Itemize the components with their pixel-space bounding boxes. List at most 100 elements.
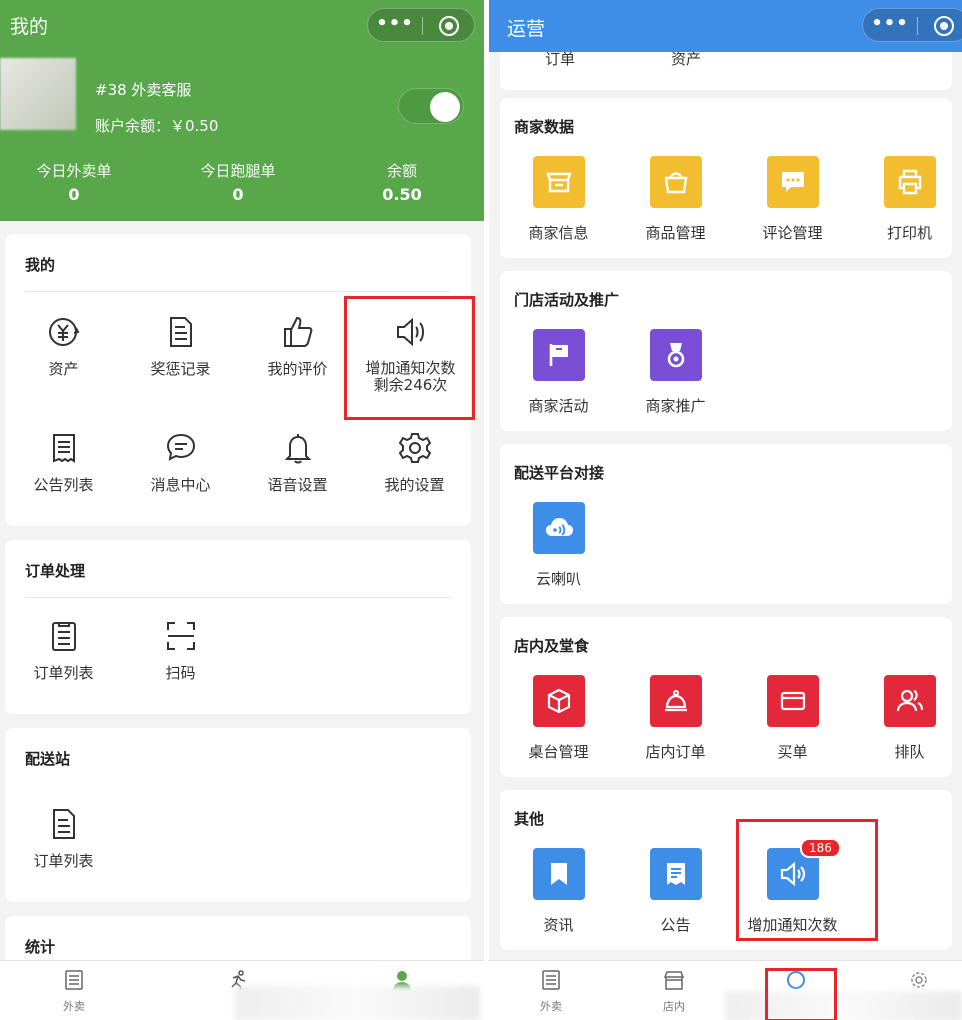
receipt-icon xyxy=(65,970,83,990)
stat-value: 0.50 xyxy=(382,185,422,204)
tab-label: 外卖 xyxy=(540,1000,562,1013)
menu-my-settings[interactable]: 我的设置 xyxy=(356,430,473,494)
account-balance: 账户余额：￥0.50 xyxy=(95,117,219,135)
menu-label: 商家推广 xyxy=(645,397,706,415)
user-tag: #38 外卖客服 xyxy=(95,81,192,99)
menu-merchant-activity[interactable]: 商家活动 xyxy=(500,329,617,416)
list-doc-icon xyxy=(52,434,75,463)
notice-icon xyxy=(649,848,702,900)
stat-label: 今日外卖单 xyxy=(36,162,112,180)
section-title: 配送站 xyxy=(25,750,71,768)
card-icon xyxy=(766,675,819,727)
receipt-icon xyxy=(542,970,560,990)
section-title: 其他 xyxy=(514,810,545,828)
menu-my-reviews[interactable]: 我的评价 xyxy=(239,314,356,378)
menu-rewards-records[interactable]: 奖惩记录 xyxy=(122,314,239,378)
menu-cloud-speaker[interactable]: 云喇叭 xyxy=(500,502,617,589)
more-icon[interactable]: ••• xyxy=(368,9,422,43)
online-toggle[interactable] xyxy=(398,88,464,124)
section-title: 我的 xyxy=(25,256,56,274)
section-title: 统计 xyxy=(25,938,56,956)
bell-icon xyxy=(284,434,311,464)
stat-errand-orders[interactable]: 今日跑腿单 0 xyxy=(168,160,308,204)
medal-icon xyxy=(649,329,702,381)
menu-label: 桌台管理 xyxy=(528,743,589,761)
menu-table-management[interactable]: 桌台管理 xyxy=(500,675,617,762)
bookmark-icon xyxy=(532,848,585,900)
section-title: 门店活动及推广 xyxy=(514,291,620,309)
menu-voice-settings[interactable]: 语音设置 xyxy=(239,430,356,494)
other-card: 其他 资讯 公告 186 增加通知次数 xyxy=(500,790,952,950)
scan-icon xyxy=(166,622,195,650)
mini-program-capsule[interactable]: ••• xyxy=(367,8,475,42)
menu-news[interactable]: 资讯 xyxy=(500,848,617,935)
stat-label: 余额 xyxy=(386,162,417,180)
menu-product-management[interactable]: 商品管理 xyxy=(617,156,734,243)
stat-balance[interactable]: 余额 0.50 xyxy=(332,160,472,204)
operations-header: 运营 ••• xyxy=(489,0,962,52)
document-icon xyxy=(52,809,75,839)
menu-label: 资产 xyxy=(48,360,79,378)
store-icon xyxy=(532,156,585,208)
divider xyxy=(25,597,451,598)
menu-label: 我的设置 xyxy=(384,476,445,494)
gear-icon xyxy=(911,972,927,988)
more-icon[interactable]: ••• xyxy=(863,9,917,43)
page-title: 我的 xyxy=(10,16,49,38)
menu-label: 公告 xyxy=(660,916,691,934)
menu-order-list[interactable]: 订单列表 xyxy=(5,618,122,682)
section-title: 订单处理 xyxy=(25,562,86,580)
blurred-region xyxy=(235,986,480,1020)
capsule-divider xyxy=(422,17,423,35)
menu-label: 公告列表 xyxy=(33,476,94,494)
tab-takeout[interactable]: 外卖 xyxy=(34,969,114,1014)
menu-queue[interactable]: 排队 xyxy=(851,675,962,762)
menu-label: 订单列表 xyxy=(33,852,94,870)
menu-assets[interactable]: 资产 xyxy=(5,314,122,378)
menu-message-center[interactable]: 消息中心 xyxy=(122,430,239,494)
gear-icon xyxy=(398,433,431,463)
mine-screen: 我的 ••• #38 外卖客服 账户余额：￥0.50 今日外卖单 0 今日跑腿单… xyxy=(0,0,484,1020)
menu-label: 扫码 xyxy=(165,664,196,682)
mini-program-capsule[interactable]: ••• xyxy=(862,8,962,42)
menu-merchant-info[interactable]: 商家信息 xyxy=(500,156,617,243)
menu-label: 资讯 xyxy=(543,916,574,934)
cube-icon xyxy=(532,675,585,727)
tab-bar: 外卖 店内 xyxy=(489,960,962,1020)
close-miniprogram-icon[interactable] xyxy=(934,16,954,36)
delivery-station-card: 配送站 订单列表 xyxy=(5,728,471,902)
close-miniprogram-icon[interactable] xyxy=(439,16,459,36)
delivery-platform-card: 配送平台对接 云喇叭 xyxy=(500,444,952,604)
stat-takeout-orders[interactable]: 今日外卖单 0 xyxy=(4,160,144,204)
tab-in-store[interactable]: 店内 xyxy=(634,969,714,1014)
menu-scan[interactable]: 扫码 xyxy=(122,618,239,682)
merchant-data-card: 商家数据 商家信息 商品管理 评论管理 打印机 xyxy=(500,98,952,258)
menu-notice-list[interactable]: 公告列表 xyxy=(5,430,122,494)
menu-merchant-promotion[interactable]: 商家推广 xyxy=(617,329,734,416)
highlight-box xyxy=(765,968,837,1020)
menu-in-store-orders[interactable]: 店内订单 xyxy=(617,675,734,762)
menu-label: 奖惩记录 xyxy=(150,360,211,378)
menu-label: 语音设置 xyxy=(267,476,328,494)
capsule-divider xyxy=(917,17,918,35)
menu-comment-management[interactable]: 评论管理 xyxy=(734,156,851,243)
cloud-speaker-icon xyxy=(532,502,585,554)
menu-label: 消息中心 xyxy=(150,476,211,494)
menu-delivery-order-list[interactable]: 订单列表 xyxy=(5,806,122,870)
tab-label: 店内 xyxy=(663,1000,685,1013)
menu-pay-bill[interactable]: 买单 xyxy=(734,675,851,762)
tab-takeout[interactable]: 外卖 xyxy=(511,969,591,1014)
tab-bar: 外卖 xyxy=(0,960,484,1020)
section-title: 商家数据 xyxy=(514,118,575,136)
section-title: 配送平台对接 xyxy=(514,464,605,482)
flag-icon xyxy=(532,329,585,381)
cloche-icon xyxy=(649,675,702,727)
section-title: 店内及堂食 xyxy=(514,637,590,655)
bag-icon xyxy=(649,156,702,208)
menu-label: 订单列表 xyxy=(33,664,94,682)
menu-label: 评论管理 xyxy=(762,224,823,242)
menu-label: 商品管理 xyxy=(645,224,706,242)
menu-announcements[interactable]: 公告 xyxy=(617,848,734,935)
menu-printer[interactable]: 打印机 xyxy=(851,156,962,243)
menu-label: 云喇叭 xyxy=(535,570,581,588)
